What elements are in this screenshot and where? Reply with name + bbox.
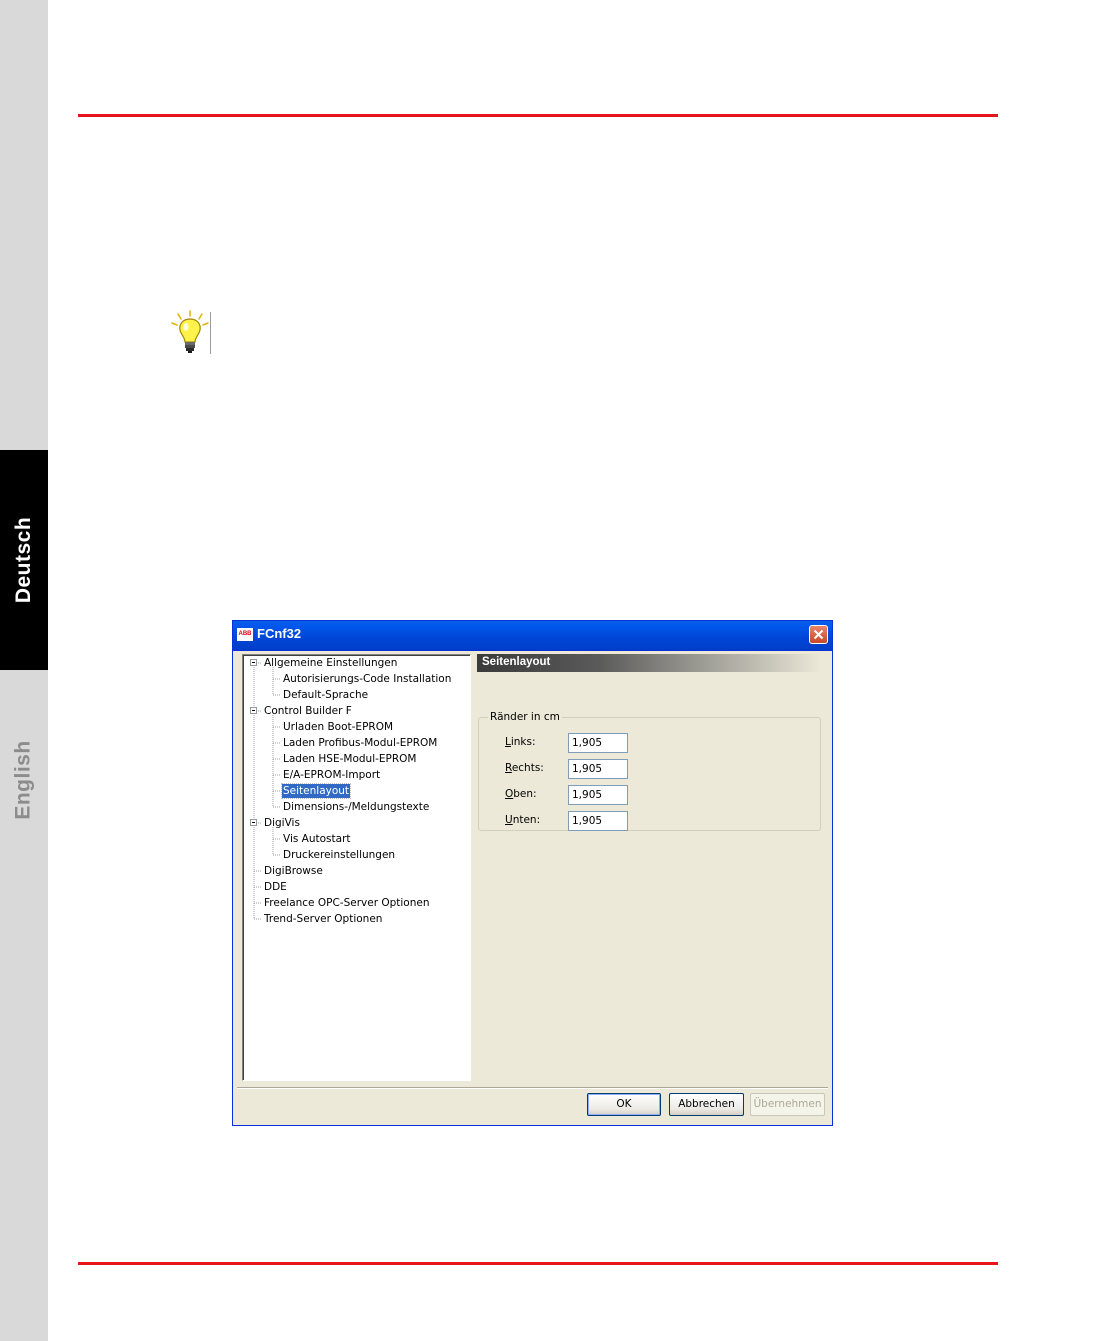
panel-header: Seitenlayout [477,654,822,672]
tree-expander-icon[interactable] [250,707,257,714]
tree-item[interactable]: Autorisierungs-Code Installation [282,672,452,686]
tree-item[interactable]: Dimensions-/Meldungstexte [282,800,430,814]
margin-field-label: Unten: [505,814,541,826]
lightbulb-icon [171,310,209,353]
margins-group-title: Ränder in cm [488,710,562,724]
margin-field-label: Links: [505,736,536,748]
margin-input[interactable]: 1,905 [568,759,628,779]
tree-item[interactable]: DigiVis [263,816,301,830]
margins-groupbox: Ränder in cm Links: 1,905 Rechts: 1,905 Oben… [478,710,821,831]
tab-english-label: English [12,740,35,820]
cancel-button[interactable]: Abbrechen [669,1093,744,1116]
tab-english[interactable]: English [0,670,48,890]
footer-rule [78,1262,998,1265]
tree-item[interactable]: Laden HSE-Modul-EPROM [282,752,417,766]
tree-expander-icon[interactable] [250,819,257,826]
margin-field-label: Oben: [505,788,537,800]
title-bar[interactable]: ABB FCnf32 [233,621,832,651]
panel-header-title: Seitenlayout [482,656,551,668]
header-rule [78,114,998,117]
tree-item[interactable]: Control Builder F [263,704,353,718]
close-button[interactable] [809,625,828,644]
tab-deutsch[interactable]: Deutsch [0,450,48,670]
fcnf32-dialog: ABB FCnf32 Allgemeine Einstellungen Autor… [232,620,833,1126]
margin-field-label: Rechts: [505,762,544,774]
tree-item[interactable]: Allgemeine Einstellungen [263,656,398,670]
settings-tree[interactable]: Allgemeine Einstellungen Autorisierungs-C… [242,654,471,1081]
tab-deutsch-label: Deutsch [12,516,36,604]
window-title: FCnf32 [257,626,302,641]
margin-input[interactable]: 1,905 [568,811,628,831]
tree-item[interactable]: Laden Profibus-Modul-EPROM [282,736,438,750]
tree-item[interactable]: Freelance OPC-Server Optionen [263,896,431,910]
tree-item[interactable]: DigiBrowse [263,864,324,878]
ok-button[interactable]: OK [587,1093,661,1116]
tree-item[interactable]: Vis Autostart [282,832,352,846]
tip-divider [210,312,211,354]
tree-item[interactable]: Seitenlayout [280,783,352,799]
tree-item[interactable]: E/A-EPROM-Import [282,768,381,782]
margin-input[interactable]: 1,905 [568,733,628,753]
tree-item[interactable]: Default-Sprache [282,688,369,702]
tree-expander-icon[interactable] [250,659,257,666]
tree-item[interactable]: DDE [263,880,288,894]
button-separator [237,1087,828,1089]
tree-item[interactable]: Trend-Server Optionen [263,912,383,926]
apply-button[interactable]: Übernehmen [750,1093,825,1116]
close-icon [813,629,824,640]
tree-item[interactable]: Urladen Boot-EPROM [282,720,394,734]
app-logo: ABB [237,628,253,641]
tree-item[interactable]: Druckereinstellungen [282,848,396,862]
margin-input[interactable]: 1,905 [568,785,628,805]
